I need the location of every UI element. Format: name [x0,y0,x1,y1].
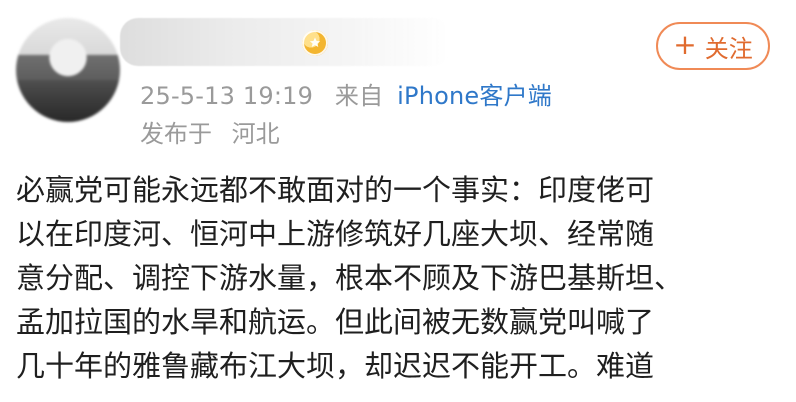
post-line: 以在印度河、恒河中上游修筑好几座大坝、经常随 [16,217,655,251]
post-meta: 25-5-13 19:19 来自 iPhone客户端 [140,76,552,111]
location-value: 河北 [231,120,280,148]
post-location: 发布于 河北 [140,114,280,149]
client-link[interactable]: iPhone客户端 [397,82,552,110]
post-content: 必赢党可能永远都不敢面对的一个事实：印度佬可 以在印度河、恒河中上游修筑好几座大… [16,168,780,398]
follow-button[interactable]: + 关注 [656,22,770,70]
post-line: 孟加拉国的水旱和航运。但此间被无数赢党叫喊了 [16,305,655,339]
post-timestamp: 25-5-13 19:19 [140,82,314,110]
plus-icon: + [673,28,697,61]
post-line: 几十年的雅鲁藏布江大坝，却迟迟不能开工。难道 [16,349,655,383]
via-label: 来自 [334,82,384,110]
follow-button-label: 关注 [704,34,753,63]
location-label: 发布于 [140,120,212,148]
post-line: 意分配、调控下游水量，根本不顾及下游巴基斯坦、 [16,261,684,295]
username-redacted[interactable] [120,18,450,66]
avatar[interactable] [16,18,120,122]
post-line: 必赢党可能永远都不敢面对的一个事实：印度佬可 [16,173,655,207]
vip-badge-icon [302,30,328,56]
